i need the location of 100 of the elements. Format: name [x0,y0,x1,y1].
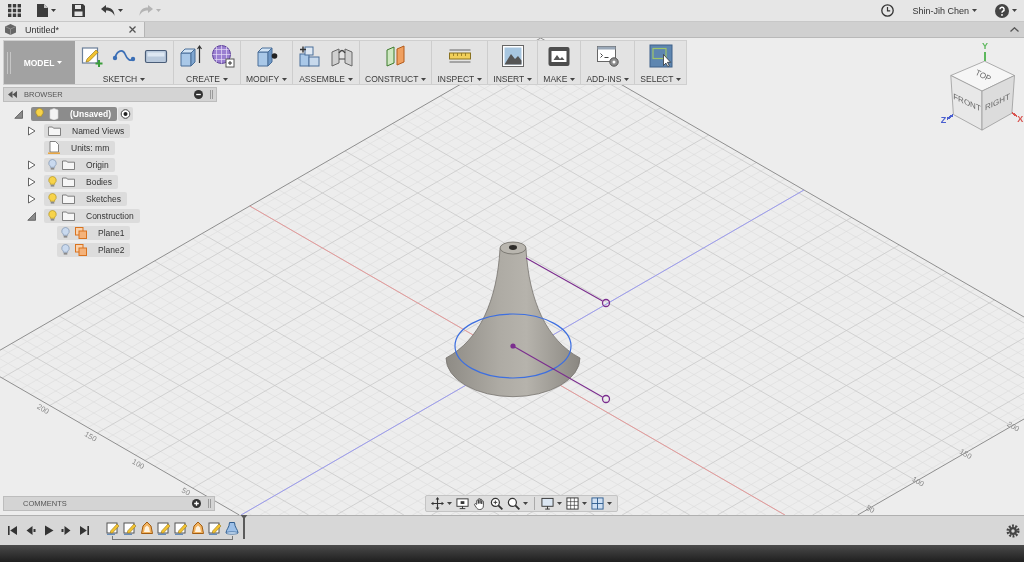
lightbulb-icon[interactable] [48,159,57,170]
plane-icon[interactable] [191,521,205,535]
hand-icon[interactable] [473,497,486,510]
caret-icon [447,502,452,505]
document-tab[interactable]: Untitled* [0,22,145,37]
toolbar-menu-button[interactable]: SELECT [640,74,682,84]
caret-icon [421,77,427,81]
apps-grid-icon[interactable] [8,4,21,17]
toolbar-menu-button[interactable]: ADD-INS [586,74,630,84]
plus-circle-icon[interactable] [192,499,201,508]
play-icon[interactable] [43,525,54,536]
toolbar-menu-button[interactable]: CREATE [186,74,228,84]
caret-icon [676,77,682,81]
zoom-in-icon[interactable] [490,497,503,510]
sphere-grid-icon[interactable] [211,44,235,68]
chevron-up-icon[interactable] [1010,27,1019,32]
pencil-square-icon[interactable] [157,521,171,535]
plane-icon[interactable] [140,521,154,535]
box-handle-icon[interactable] [254,44,279,68]
move-arrows-icon [431,497,444,510]
zoom-menu-button[interactable] [507,497,528,510]
tree-item[interactable]: Units: mm [44,140,116,155]
planes-icon[interactable] [383,44,408,68]
grip-icon[interactable] [210,90,213,99]
toolbar-menu-button[interactable]: MODIFY [246,74,288,84]
pencil-square-icon[interactable] [106,521,120,535]
tree-item[interactable]: Named Views [44,123,131,138]
toolbar-menu-button[interactable]: INSPECT [437,74,483,84]
disclosure-triangle-icon[interactable] [27,176,36,187]
disclosure-triangle-icon[interactable] [27,193,36,204]
caret-icon [972,9,977,12]
step-back-icon[interactable] [25,525,36,536]
timeline-marker-icon[interactable] [239,513,249,539]
screen-icon[interactable] [456,497,469,510]
folder-icon [62,159,75,170]
window-gear-icon[interactable] [595,44,620,68]
skip-forward-icon[interactable] [79,525,90,536]
settings-icon[interactable] [1006,523,1020,538]
disclosure-triangle-icon[interactable] [14,108,23,119]
disclosure-triangle-icon[interactable] [27,125,36,136]
lightbulb-icon[interactable] [48,176,57,187]
cone-shape-icon[interactable] [225,521,239,535]
caret-icon [347,77,353,81]
component-icon [49,107,59,120]
plane-offset-leader[interactable] [512,345,611,404]
grip-icon[interactable] [7,51,11,74]
skip-back-icon[interactable] [7,525,18,536]
user-menu-button[interactable]: Shin-Jih Chen [912,5,977,16]
lightbulb-icon[interactable] [61,227,70,238]
pencil-square-icon[interactable] [123,521,137,535]
tree-item[interactable]: Construction [44,208,140,223]
caret-icon [557,502,562,505]
close-icon[interactable] [129,26,136,33]
grip-icon[interactable] [208,499,211,508]
toolbar-menu-button[interactable]: INSERT [493,74,533,84]
grid-icon [566,497,579,510]
undo-menu-button[interactable] [101,5,123,16]
file-menu-button[interactable] [37,4,56,17]
tree-item[interactable]: Origin [44,157,115,172]
caret-icon [57,61,63,64]
target-icon[interactable] [118,106,134,121]
folder-icon [62,210,75,221]
grid-menu-button[interactable] [566,497,587,510]
picture-icon[interactable] [500,44,525,68]
toolbar-menu-button[interactable]: MAKE [543,74,576,84]
axis-label: Z [940,115,947,125]
clock-icon[interactable] [881,4,895,17]
lightbulb-icon[interactable] [61,244,70,255]
pencil-square-icon[interactable] [174,521,188,535]
monitor-icon [541,497,554,510]
caret-icon [477,77,483,81]
toolbar-menu-button[interactable]: SKETCH [102,74,146,84]
printer-icon[interactable] [547,44,572,68]
pencil-square-icon[interactable] [80,44,104,68]
tree-item[interactable]: Plane2 [57,242,131,257]
help-menu-button[interactable] [995,3,1017,18]
toolbar-menu-button[interactable]: CONSTRUCT [365,74,427,84]
plane-offset-leader[interactable] [525,257,611,308]
four-panes-icon [591,497,604,510]
orbit-menu-button[interactable] [431,497,452,510]
tree-item[interactable]: Sketches [44,191,127,206]
disclosure-triangle-icon[interactable] [27,210,36,221]
center-point-icon [510,343,516,349]
lightbulb-icon[interactable] [48,193,57,204]
save-icon[interactable] [72,4,85,17]
boxes-plus-icon[interactable] [298,44,323,68]
pencil-square-icon[interactable] [208,521,222,535]
tree-item[interactable]: Plane1 [57,225,131,240]
tree-item[interactable]: Bodies [44,174,118,189]
magnifier-icon [507,497,520,510]
viewports-menu-button[interactable] [591,497,612,510]
cursor-select-icon[interactable] [648,44,673,68]
lightbulb-icon[interactable] [48,210,57,221]
display-menu-button[interactable] [541,497,562,510]
disclosure-triangle-icon[interactable] [27,159,36,170]
toolbar-menu-button[interactable]: ASSEMBLE [299,74,353,84]
box-arrow-icon[interactable] [179,44,203,68]
double-arrow-icon[interactable] [8,91,17,98]
minus-circle-icon[interactable] [194,90,203,99]
step-forward-icon[interactable] [61,525,72,536]
